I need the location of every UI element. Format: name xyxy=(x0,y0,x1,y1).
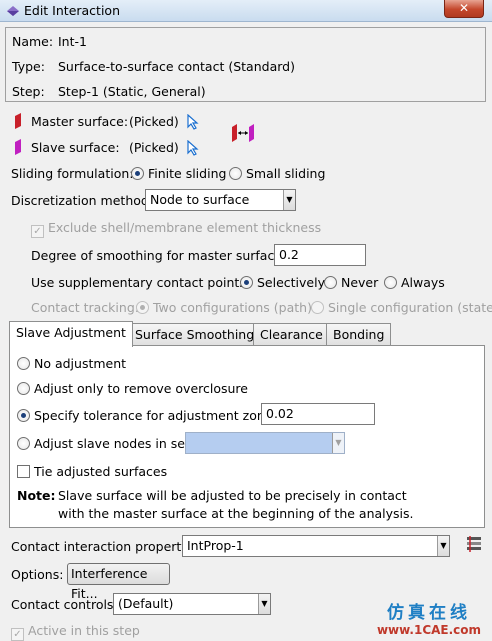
checkbox-icon[interactable]: ✓ xyxy=(31,225,44,238)
master-surface-value: (Picked) xyxy=(129,114,179,129)
title-bar[interactable]: Edit Interaction ✕ xyxy=(0,0,492,22)
radio-selected-icon[interactable] xyxy=(136,301,149,314)
sliding-formulation-label: Sliding formulation: xyxy=(11,166,134,181)
name-label: Name: xyxy=(12,34,54,49)
close-icon: ✕ xyxy=(458,1,470,15)
two-configurations-option[interactable]: Two configurations (path) xyxy=(136,300,312,315)
specify-tolerance-option[interactable]: Specify tolerance for adjustment zone: xyxy=(17,408,277,423)
radio-icon[interactable] xyxy=(17,382,30,395)
master-surface-label: Master surface: xyxy=(31,114,129,129)
name-value: Int-1 xyxy=(58,34,87,49)
interference-fit-button[interactable]: Interference Fit... xyxy=(67,563,170,601)
contact-controls-label: Contact controls: xyxy=(11,597,118,612)
options-label: Options: xyxy=(11,567,64,582)
radio-selected-icon[interactable] xyxy=(131,167,144,180)
step-label: Step: xyxy=(12,84,45,99)
radio-selected-icon[interactable] xyxy=(17,409,30,422)
radio-icon[interactable] xyxy=(229,167,242,180)
checkbox-icon[interactable] xyxy=(17,465,30,478)
tab-bonding[interactable]: Bonding xyxy=(326,323,392,346)
chevron-down-icon[interactable]: ▼ xyxy=(332,433,344,453)
remove-overclosure-option[interactable]: Adjust only to remove overclosure xyxy=(17,381,248,396)
pick-cursor-icon[interactable] xyxy=(186,114,200,130)
info-group: Name: Int-1 Type: Surface-to-surface con… xyxy=(5,27,486,102)
smoothing-input[interactable]: 0.2 xyxy=(274,244,366,266)
watermark: 仿真在线 www.1CAE.com xyxy=(370,598,488,640)
type-value: Surface-to-surface contact (Standard) xyxy=(58,59,295,74)
radio-icon[interactable] xyxy=(324,276,337,289)
radio-icon[interactable] xyxy=(17,357,30,370)
no-adjustment-option[interactable]: No adjustment xyxy=(17,356,126,371)
type-label: Type: xyxy=(12,59,45,74)
contact-tracking-label: Contact tracking: xyxy=(31,300,139,315)
watermark-chinese: 仿真在线 xyxy=(387,603,471,623)
close-button[interactable]: ✕ xyxy=(444,0,484,18)
chevron-down-icon[interactable]: ▼ xyxy=(283,190,295,210)
tab-surface-smoothing[interactable]: Surface Smoothing xyxy=(128,323,262,346)
slave-adjustment-panel: No adjustment Adjust only to remove over… xyxy=(9,345,485,528)
swap-surfaces-icon[interactable] xyxy=(231,124,255,142)
exclude-shell-checkbox[interactable]: ✓ Exclude shell/membrane element thickne… xyxy=(31,220,321,238)
slave-surface-value: (Picked) xyxy=(129,140,179,155)
slave-surface-icon xyxy=(15,139,21,155)
chevron-down-icon[interactable]: ▼ xyxy=(437,536,449,556)
chevron-down-icon[interactable]: ▼ xyxy=(258,594,270,614)
note-text-line2: with the master surface at the beginning… xyxy=(58,506,414,521)
radio-icon[interactable] xyxy=(384,276,397,289)
small-sliding-option[interactable]: Small sliding xyxy=(229,166,325,181)
smoothing-label: Degree of smoothing for master surface: xyxy=(31,248,287,263)
adjust-nodes-in-set-option[interactable]: Adjust slave nodes in set: xyxy=(17,436,194,451)
note-text-line1: Slave surface will be adjusted to be pre… xyxy=(58,488,407,503)
never-option[interactable]: Never xyxy=(324,275,378,290)
discretization-select[interactable]: Node to surface ▼ xyxy=(145,189,296,211)
checkbox-icon[interactable]: ✓ xyxy=(11,628,24,641)
selectively-option[interactable]: Selectively xyxy=(240,275,325,290)
watermark-url: www.1CAE.com xyxy=(376,623,482,637)
contact-property-label: Contact interaction property: xyxy=(11,539,192,554)
active-in-step-checkbox[interactable]: ✓ Active in this step xyxy=(11,623,140,641)
master-surface-icon xyxy=(15,113,21,129)
tolerance-input[interactable]: 0.02 xyxy=(261,403,375,425)
property-manager-icon[interactable] xyxy=(465,535,483,553)
node-set-select[interactable]: ▼ xyxy=(185,432,345,454)
slave-surface-label: Slave surface: xyxy=(31,140,120,155)
contact-controls-select[interactable]: (Default) ▼ xyxy=(113,593,271,615)
note-label: Note: xyxy=(17,488,56,503)
window-title: Edit Interaction xyxy=(24,3,120,18)
radio-icon[interactable] xyxy=(311,301,324,314)
app-icon xyxy=(7,6,19,16)
finite-sliding-option[interactable]: Finite sliding xyxy=(131,166,226,181)
step-value: Step-1 (Static, General) xyxy=(58,84,206,99)
radio-icon[interactable] xyxy=(17,437,30,450)
tab-clearance[interactable]: Clearance xyxy=(253,323,330,346)
tie-adjusted-surfaces-checkbox[interactable]: Tie adjusted surfaces xyxy=(17,464,167,479)
supplementary-label: Use supplementary contact points: xyxy=(31,275,251,290)
pick-cursor-icon[interactable] xyxy=(186,140,200,156)
discretization-label: Discretization method: xyxy=(11,193,154,208)
single-configuration-option[interactable]: Single configuration (state) xyxy=(311,300,492,315)
radio-selected-icon[interactable] xyxy=(240,276,253,289)
always-option[interactable]: Always xyxy=(384,275,445,290)
tab-slave-adjustment[interactable]: Slave Adjustment xyxy=(9,321,133,347)
contact-property-select[interactable]: IntProp-1 ▼ xyxy=(182,535,450,557)
